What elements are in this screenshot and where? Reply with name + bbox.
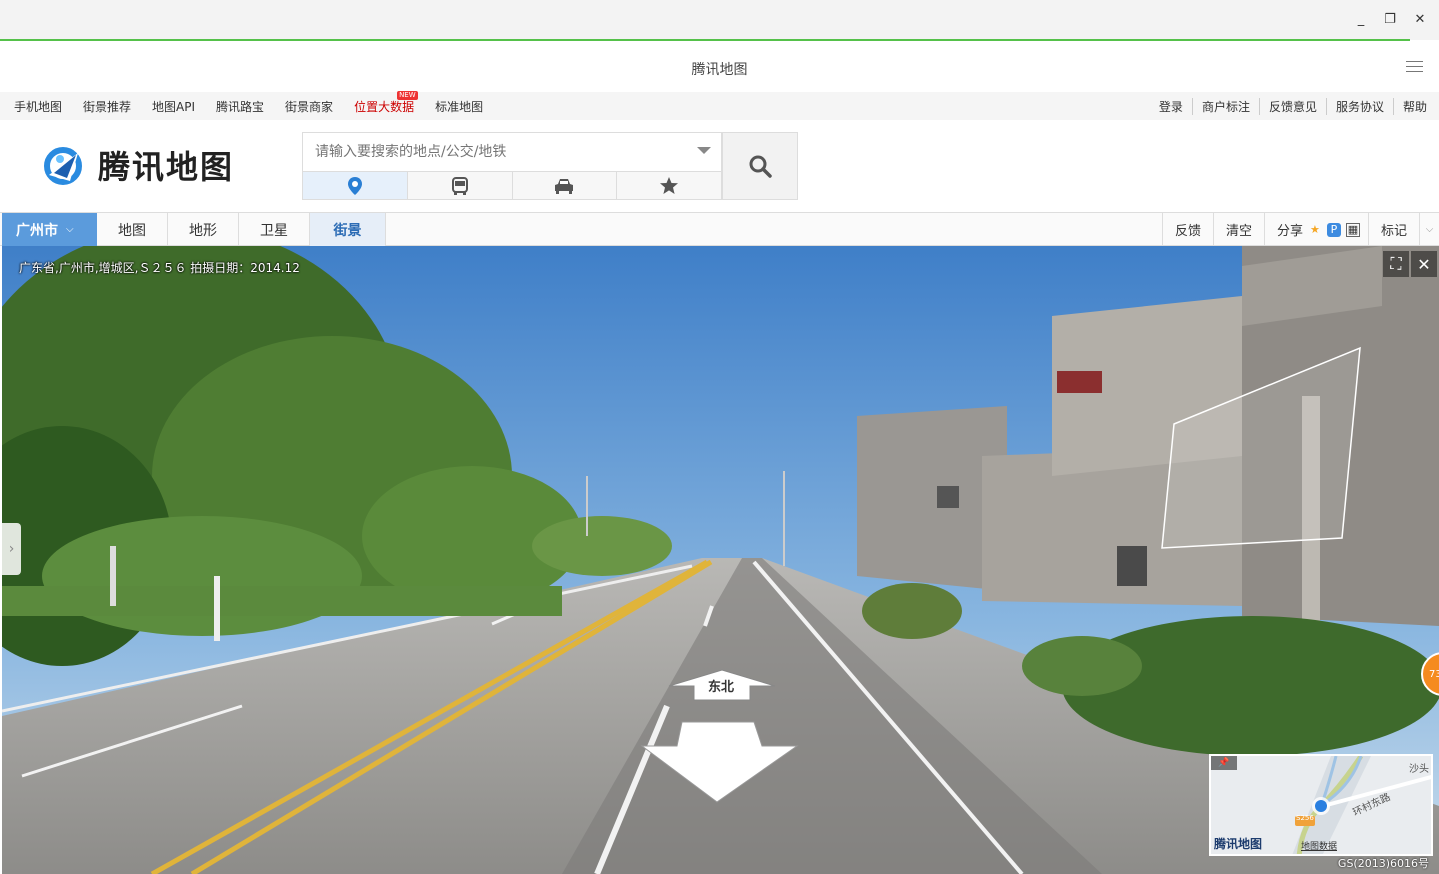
close-icon[interactable]: ✕ [1411, 251, 1437, 277]
fullscreen-icon[interactable]: ⛶ [1383, 251, 1409, 277]
chevron-down-icon[interactable] [697, 147, 711, 154]
city-name: 广州市 [16, 222, 58, 239]
car-icon [555, 178, 574, 194]
menu-icon[interactable] [1406, 61, 1423, 76]
search-button[interactable] [722, 132, 798, 200]
streetview-panorama[interactable]: 广东省,广州市,增城区,Ｓ２５６ 拍摄日期：2014.12 ⛶ ✕ › 东北 7… [2, 246, 1439, 874]
nav-location-bigdata-label: 位置大数据 [354, 100, 415, 114]
streetview-address: 广东省,广州市,增城区,Ｓ２５６ 拍摄日期：2014.12 [19, 261, 300, 275]
place-pin-icon [347, 176, 362, 195]
map-tabbar: 广州市 ⌵ 地图 地形 卫星 街景 反馈 清空 分享 ★ P ▦ 标记 ⌵ [0, 212, 1439, 246]
loading-progress-bar [0, 39, 1410, 41]
star-icon [660, 177, 679, 194]
service-agreement-link[interactable]: 服务协议 [1325, 98, 1384, 115]
chevron-right-icon: › [8, 541, 15, 557]
nav-standard-map[interactable]: 标准地图 [435, 98, 483, 115]
tencent-map-logo-icon [44, 147, 82, 185]
minimap-logo: 腾讯地图 [1214, 837, 1263, 851]
mode-car-tab[interactable] [512, 172, 618, 199]
page-title: 腾讯地图 [691, 62, 748, 78]
nav-streetview-recommend[interactable]: 街景推荐 [83, 98, 131, 115]
qrcode-icon[interactable]: ▦ [1345, 222, 1360, 237]
streetview-minimap[interactable]: 📌 沙头 环村东路 S256 腾讯地图 地图数据 [1209, 754, 1433, 856]
tencent-weibo-icon[interactable]: P [1326, 222, 1341, 237]
help-link[interactable]: 帮助 [1392, 98, 1427, 115]
city-selector[interactable]: 广州市 ⌵ [2, 213, 97, 246]
mode-place-tab[interactable] [303, 172, 408, 199]
bus-icon [451, 176, 468, 195]
nav-streetview-merchants[interactable]: 街景商家 [285, 98, 333, 115]
restore-button[interactable]: ❐ [1381, 12, 1399, 27]
expand-panel-button[interactable]: › [2, 523, 21, 575]
top-nav: 手机地图 街景推荐 地图API 腾讯路宝 街景商家 位置大数据 NEW 标准地图 … [0, 91, 1439, 120]
tab-map[interactable]: 地图 [97, 213, 168, 246]
minimap-place-label: 沙头 [1409, 764, 1429, 775]
share-label: 分享 [1276, 224, 1303, 239]
clear-tool[interactable]: 清空 [1212, 213, 1264, 246]
mark-tool[interactable]: 标记 [1367, 213, 1419, 246]
mode-bus-tab[interactable] [407, 172, 513, 199]
minimize-button[interactable]: _ [1352, 12, 1370, 27]
search-input[interactable] [303, 133, 693, 171]
page-titlebar: 腾讯地图 [0, 42, 1439, 92]
logo-text: 腾讯地图 [98, 148, 235, 186]
window-titlebar: _ ❐ ✕ [0, 0, 1439, 41]
nav-mobile-map[interactable]: 手机地图 [14, 98, 62, 115]
close-window-button[interactable]: ✕ [1411, 12, 1429, 27]
merchant-mark-link[interactable]: 商户标注 [1191, 98, 1250, 115]
new-badge: NEW [397, 91, 418, 100]
logo[interactable]: 腾讯地图 [40, 142, 234, 188]
direction-label[interactable]: 东北 [692, 676, 750, 695]
chevron-down-icon: ⌵ [66, 224, 74, 235]
pin-icon: 📌 [1218, 758, 1230, 768]
tab-terrain[interactable]: 地形 [168, 213, 239, 246]
share-tool[interactable]: 分享 ★ P ▦ [1263, 213, 1368, 246]
minimap-route-label: S256 [1296, 814, 1314, 822]
feedback-tool[interactable]: 反馈 [1161, 213, 1213, 246]
mode-favorite-tab[interactable] [617, 172, 721, 199]
nav-tencent-lubao[interactable]: 腾讯路宝 [216, 98, 264, 115]
header: 腾讯地图 [0, 120, 1439, 212]
map-data-link[interactable]: 地图数据 [1301, 839, 1337, 852]
tab-satellite[interactable]: 卫星 [239, 213, 310, 246]
pin-toggle-button[interactable]: 📌 [1211, 756, 1237, 770]
tab-streetview[interactable]: 街景 [310, 213, 386, 246]
nav-map-api[interactable]: 地图API [152, 98, 195, 115]
chevron-down-icon[interactable]: ⌵ [1419, 213, 1439, 246]
qzone-star-icon[interactable]: ★ [1308, 223, 1322, 237]
feedback-link[interactable]: 反馈意见 [1258, 98, 1317, 115]
nav-location-bigdata[interactable]: 位置大数据 NEW [354, 91, 418, 115]
search-icon [749, 155, 772, 178]
login-link[interactable]: 登录 [1159, 98, 1183, 115]
copyright-text: GS(2013)6016号 [1337, 857, 1429, 870]
search-box [302, 132, 722, 200]
